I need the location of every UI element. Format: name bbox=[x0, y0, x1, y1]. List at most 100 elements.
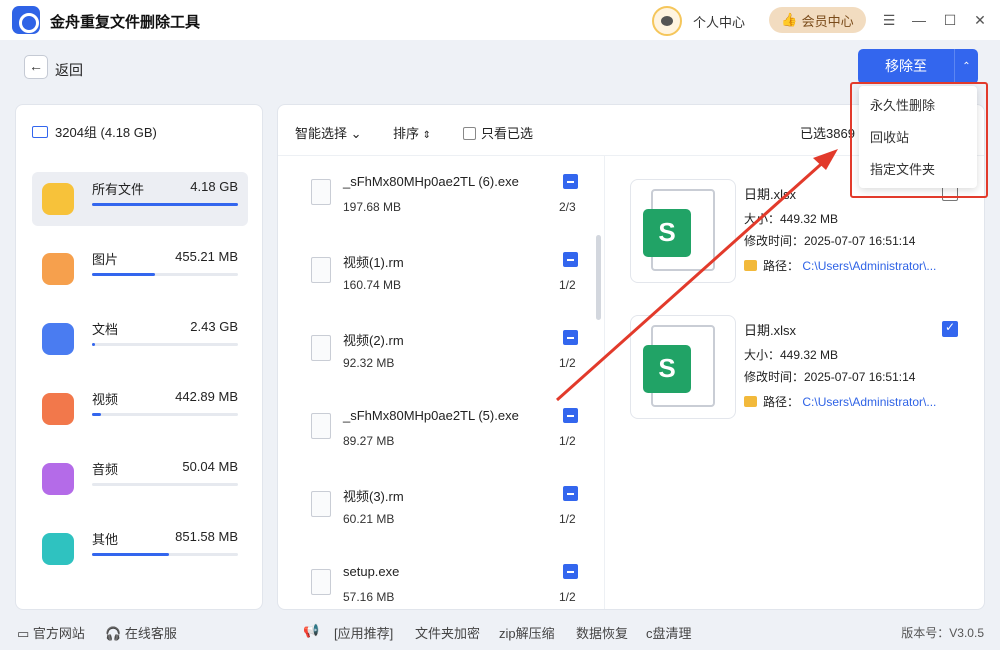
category-progress-fill bbox=[92, 203, 238, 206]
category-progress bbox=[92, 343, 238, 346]
category-item-all[interactable]: 所有文件 4.18 GB bbox=[32, 172, 248, 226]
file-count: 1/2 bbox=[559, 512, 576, 526]
arrow-left-icon: ← bbox=[29, 58, 43, 74]
only-selected-checkbox[interactable] bbox=[463, 127, 476, 140]
detail-path-link[interactable]: C:\Users\Administrator\... bbox=[802, 395, 936, 409]
website-link[interactable]: ▭ 官方网站 bbox=[17, 623, 85, 642]
only-selected-toggle[interactable]: 只看已选 bbox=[463, 123, 533, 142]
category-name: 音频 bbox=[92, 462, 119, 477]
app-logo-icon bbox=[12, 6, 40, 34]
detail-modified: 修改时间：2025-07-07 16:51:14 bbox=[744, 370, 916, 384]
file-size: 60.21 MB bbox=[343, 512, 395, 526]
chevron-up-icon[interactable]: ⌃ bbox=[954, 49, 978, 84]
list-item[interactable]: 视频(2).rm 92.32 MB 1/2 bbox=[278, 312, 598, 390]
selected-count: 已选3869 bbox=[800, 126, 855, 141]
category-size: 4.18 GB bbox=[190, 179, 238, 194]
avatar[interactable] bbox=[652, 6, 682, 36]
maximize-icon[interactable]: ☐ bbox=[942, 12, 958, 28]
app-link-folder-encrypt[interactable]: 文件夹加密 bbox=[415, 623, 480, 642]
app-link-c-drive-clean[interactable]: c盘清理 bbox=[646, 623, 692, 642]
duplicate-detail-card[interactable]: S 日期.xlsx 大小：449.32 MB 修改时间：2025-07-07 1… bbox=[630, 315, 970, 425]
category-progress-fill bbox=[92, 413, 101, 416]
list-item[interactable]: _sFhMx80MHp0ae2TL (5).exe 89.27 MB 1/2 bbox=[278, 390, 598, 468]
category-progress bbox=[92, 553, 238, 556]
excel-icon: S bbox=[643, 345, 691, 393]
video-icon bbox=[42, 393, 74, 425]
detail-file-name: 日期.xlsx bbox=[744, 323, 797, 338]
file-count: 2/3 bbox=[559, 200, 576, 214]
partial-check-checkbox[interactable] bbox=[563, 330, 578, 345]
list-item[interactable]: 视频(1).rm 160.74 MB 1/2 bbox=[278, 234, 598, 312]
file-size: 160.74 MB bbox=[343, 278, 402, 292]
category-size: 50.04 MB bbox=[182, 459, 238, 474]
category-name: 文档 bbox=[92, 322, 119, 337]
detail-size: 大小：449.32 MB bbox=[744, 348, 839, 362]
app-link-zip[interactable]: zip解压缩 bbox=[499, 623, 555, 642]
file-name: _sFhMx80MHp0ae2TL (6).exe bbox=[343, 174, 519, 189]
vip-center-button[interactable]: 👍 会员中心 bbox=[769, 7, 866, 33]
partial-check-checkbox[interactable] bbox=[563, 486, 578, 501]
back-label[interactable]: 返回 bbox=[55, 60, 83, 80]
support-link[interactable]: 🎧 在线客服 bbox=[105, 623, 177, 642]
detail-file-name: 日期.xlsx bbox=[744, 187, 797, 202]
file-icon bbox=[311, 335, 331, 361]
file-size: 92.32 MB bbox=[343, 356, 395, 370]
file-count: 1/2 bbox=[559, 434, 576, 448]
category-progress-fill bbox=[92, 343, 95, 346]
app-link-data-recovery[interactable]: 数据恢复 bbox=[576, 623, 628, 642]
minimize-icon[interactable]: — bbox=[911, 12, 927, 28]
close-icon[interactable]: ✕ bbox=[972, 12, 988, 28]
sort-dropdown[interactable]: 排序 ⇕ bbox=[393, 123, 431, 142]
detail-size: 大小：449.32 MB bbox=[744, 212, 839, 226]
category-size: 2.43 GB bbox=[190, 319, 238, 334]
back-button[interactable]: ← bbox=[24, 55, 48, 79]
partial-check-checkbox[interactable] bbox=[563, 564, 578, 579]
apps-icon bbox=[42, 533, 74, 565]
file-thumbnail: S bbox=[630, 315, 736, 419]
only-selected-label: 只看已选 bbox=[481, 126, 534, 141]
category-progress-fill bbox=[92, 553, 170, 556]
category-item-audio[interactable]: 音频 50.04 MB bbox=[32, 452, 248, 506]
partial-check-checkbox[interactable] bbox=[563, 408, 578, 423]
smart-select-label: 智能选择 bbox=[295, 126, 348, 141]
category-item-other[interactable]: 其他 851.58 MB bbox=[32, 522, 248, 576]
thumbs-up-icon: 👍 bbox=[781, 12, 798, 27]
move-to-button[interactable]: 移除至 ⌃ bbox=[858, 49, 978, 84]
megaphone-icon: 📢 bbox=[303, 623, 320, 638]
file-count: 1/2 bbox=[559, 356, 576, 370]
detail-path-row: 路径： C:\Users\Administrator\... bbox=[744, 393, 936, 410]
group-summary: 3204组 (4.18 GB) bbox=[32, 122, 157, 141]
category-size: 851.58 MB bbox=[175, 529, 238, 544]
file-name: 视频(2).rm bbox=[343, 333, 404, 348]
sort-icon: ⇕ bbox=[422, 130, 432, 141]
file-size: 197.68 MB bbox=[343, 200, 402, 214]
category-panel: 3204组 (4.18 GB) 所有文件 4.18 GB 图片 455.21 M… bbox=[15, 104, 263, 610]
category-item-documents[interactable]: 文档 2.43 GB bbox=[32, 312, 248, 366]
detail-path-row: 路径： C:\Users\Administrator\... bbox=[744, 257, 936, 274]
user-center-link[interactable]: 个人中心 bbox=[693, 12, 745, 31]
file-size: 57.16 MB bbox=[343, 590, 395, 604]
monitor-icon: ▭ bbox=[17, 626, 33, 641]
group-summary-label: 3204组 (4.18 GB) bbox=[55, 125, 157, 140]
title-bar: 金舟重复文件删除工具 个人中心 👍 会员中心 ☰ — ☐ ✕ bbox=[0, 0, 1000, 40]
excel-icon: S bbox=[643, 209, 691, 257]
website-label: 官方网站 bbox=[32, 626, 85, 641]
menu-icon[interactable]: ☰ bbox=[881, 12, 897, 28]
file-count: 1/2 bbox=[559, 590, 576, 604]
category-name: 视频 bbox=[92, 392, 119, 407]
divider bbox=[604, 155, 605, 609]
partial-check-checkbox[interactable] bbox=[563, 174, 578, 189]
detail-path-link[interactable]: C:\Users\Administrator\... bbox=[802, 259, 936, 273]
partial-check-checkbox[interactable] bbox=[563, 252, 578, 267]
file-size: 89.27 MB bbox=[343, 434, 395, 448]
list-item[interactable]: _sFhMx80MHp0ae2TL (6).exe 197.68 MB 2/3 bbox=[278, 156, 598, 234]
app-recommend-label: [应用推荐] bbox=[334, 626, 394, 641]
category-item-videos[interactable]: 视频 442.89 MB bbox=[32, 382, 248, 436]
list-item[interactable]: 视频(3).rm 60.21 MB 1/2 bbox=[278, 468, 598, 546]
detail-checkbox[interactable] bbox=[942, 320, 958, 337]
list-item[interactable]: setup.exe 57.16 MB 1/2 bbox=[278, 546, 598, 609]
category-item-images[interactable]: 图片 455.21 MB bbox=[32, 242, 248, 296]
file-name: setup.exe bbox=[343, 564, 400, 579]
smart-select-dropdown[interactable]: 智能选择 ⌄ bbox=[295, 123, 362, 142]
category-name: 所有文件 bbox=[92, 182, 145, 197]
